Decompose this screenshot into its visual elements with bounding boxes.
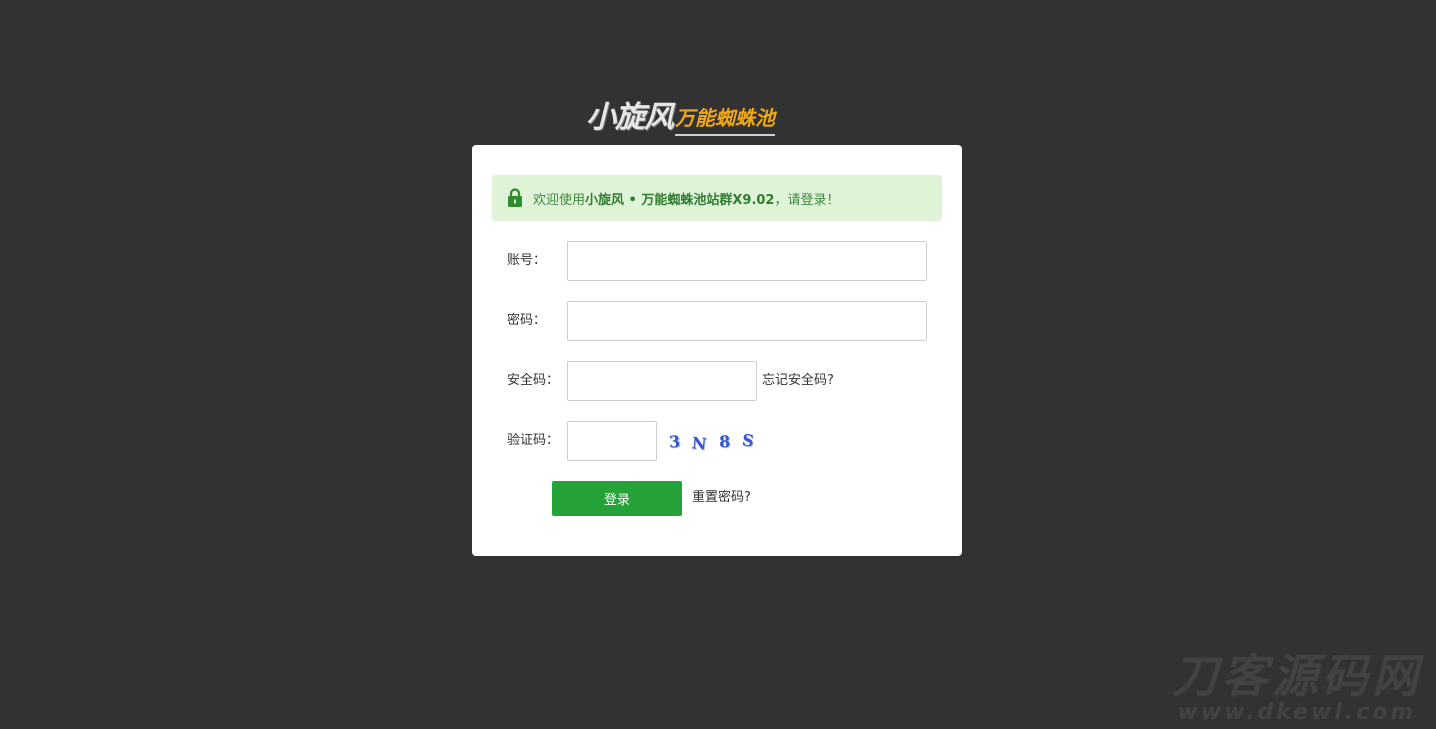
password-label: 密码： xyxy=(507,313,547,328)
security-code-row: 安全码： 忘记安全码? xyxy=(472,361,962,401)
account-label: 账号： xyxy=(507,253,547,268)
logo: 小旋风 万能蜘蛛池 xyxy=(586,96,826,136)
reset-password-link[interactable]: 重置密码? xyxy=(692,478,751,518)
forgot-security-code-link[interactable]: 忘记安全码? xyxy=(762,361,834,401)
captcha-char: 8 xyxy=(718,431,733,451)
account-row: 账号： xyxy=(472,241,962,281)
captcha-label: 验证码： xyxy=(507,433,560,448)
captcha-image[interactable]: 3 N 8 S xyxy=(668,421,769,461)
notice-product: 小旋风 • 万能蜘蛛池站群X9.02 xyxy=(585,192,775,208)
security-code-input[interactable] xyxy=(567,361,757,401)
security-code-label: 安全码： xyxy=(507,373,560,388)
login-panel: 欢迎使用 小旋风 • 万能蜘蛛池站群X9.02 ，请登录！ 账号： 密码： 安全码：… xyxy=(472,145,962,556)
lock-icon xyxy=(508,188,522,207)
password-input[interactable] xyxy=(567,301,927,341)
notice-suffix: ，请登录！ xyxy=(774,192,840,208)
captcha-char: N xyxy=(690,432,710,454)
account-input[interactable] xyxy=(567,241,927,281)
watermark-en: www.dkewl.com xyxy=(1177,700,1417,725)
welcome-notice: 欢迎使用 小旋风 • 万能蜘蛛池站群X9.02 ，请登录！ xyxy=(492,175,942,221)
captcha-char: 3 xyxy=(668,431,683,451)
captcha-row: 验证码： 3 N 8 S xyxy=(472,421,962,461)
watermark-cn: 刀客源码网 xyxy=(1172,649,1422,703)
watermark: 刀客源码网 www.dkewl.com xyxy=(1172,651,1422,725)
notice-prefix: 欢迎使用 xyxy=(533,192,586,208)
captcha-char: S xyxy=(740,429,757,451)
logo-main-text: 小旋风 xyxy=(586,100,674,135)
login-button[interactable]: 登录 xyxy=(552,481,682,516)
captcha-input[interactable] xyxy=(567,421,657,461)
password-row: 密码： xyxy=(472,301,962,341)
logo-sub-text: 万能蜘蛛池 xyxy=(675,104,775,136)
